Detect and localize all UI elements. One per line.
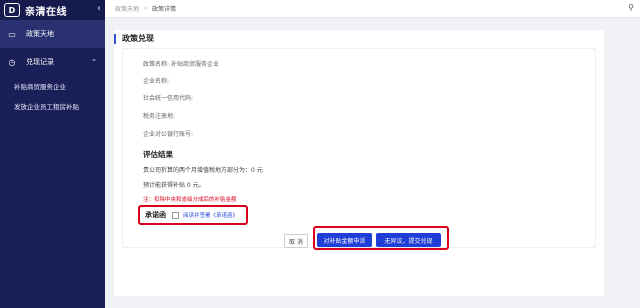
- appeal-button[interactable]: 对补贴金额申诉: [317, 233, 372, 247]
- subsidy-note: 注：扣除中央和省级分成后的补贴金额: [143, 197, 237, 203]
- field-company-name: 企业名称:: [143, 78, 170, 85]
- main-card: 政策兑现 政策名称: 补贴商贸服务企业 企业名称: 社会统一信用代码: 税务注册…: [114, 30, 604, 296]
- clock-icon: ◷: [8, 57, 16, 67]
- cancel-button[interactable]: 取 消: [284, 234, 308, 248]
- eval-title: 评估结果: [143, 150, 173, 159]
- breadcrumb-current: 政策详情: [152, 6, 177, 13]
- section-title: 政策兑现: [114, 34, 154, 44]
- promise-section: 承诺函 阅读并签署《承诺函》: [138, 205, 248, 225]
- brand-bar: D 亲清在线 ‹: [0, 0, 105, 20]
- brand-name: 亲清在线: [25, 6, 67, 18]
- breadcrumb-separator: >: [143, 5, 149, 12]
- sidebar-item-label: 兑现记录: [26, 58, 54, 66]
- sidebar: D 亲清在线 ‹ ▭ 政策天地 ◷ 兑现记录 ⌃ 补贴商贸服务企业 发放企业员工…: [0, 0, 105, 308]
- breadcrumb: 政策天地 > 政策详情 ⚲: [105, 0, 640, 18]
- user-icon[interactable]: ⚲: [628, 3, 634, 12]
- sidebar-subitem-label: 发放企业员工租房补贴: [14, 103, 79, 111]
- calc-line: 预计能获得补贴 0 元。: [143, 182, 205, 189]
- logo-icon: D: [4, 3, 20, 17]
- chevron-up-icon: ⌃: [91, 58, 97, 66]
- sidebar-item-policy[interactable]: ▭ 政策天地: [0, 20, 105, 48]
- promise-checkbox[interactable]: [172, 211, 179, 219]
- field-bank-account: 企业对公银行账号:: [143, 131, 194, 138]
- sidebar-item-label: 政策天地: [26, 30, 54, 38]
- document-icon: ▭: [8, 29, 16, 39]
- field-policy-name: 政策名称: 补贴商贸服务企业: [143, 61, 219, 68]
- sidebar-item-records[interactable]: ◷ 兑现记录 ⌃: [0, 48, 105, 76]
- submit-button[interactable]: 无异议，提交兑现: [376, 233, 441, 247]
- field-tax-location: 税务注册地:: [143, 113, 176, 120]
- policy-panel: 政策名称: 补贴商贸服务企业 企业名称: 社会统一信用代码: 税务注册地: 企业…: [122, 48, 596, 248]
- breadcrumb-item[interactable]: 政策天地: [115, 4, 139, 13]
- sidebar-subitem-trade-subsidy[interactable]: 补贴商贸服务企业: [0, 76, 105, 96]
- chevron-left-icon[interactable]: ‹: [97, 3, 101, 14]
- sidebar-subitem-label: 补贴商贸服务企业: [14, 83, 66, 91]
- calc-line: 贵公司折算的两个月增值税地方部分为：0 元: [143, 167, 263, 174]
- promise-link[interactable]: 阅读并签署《承诺函》: [183, 211, 238, 219]
- sidebar-subitem-rent-subsidy[interactable]: 发放企业员工租房补贴: [0, 96, 105, 116]
- field-credit-code: 社会统一信用代码:: [143, 95, 194, 102]
- promise-label: 承诺函: [145, 211, 166, 219]
